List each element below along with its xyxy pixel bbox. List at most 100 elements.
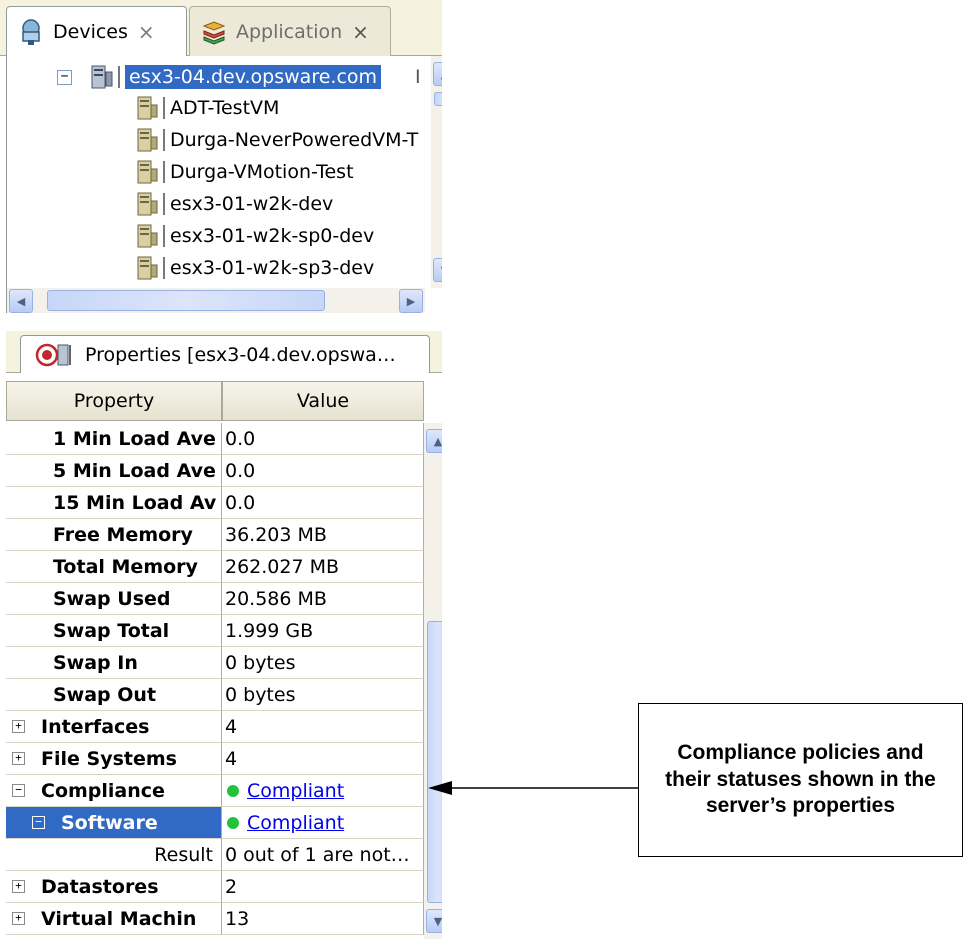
scroll-left-icon[interactable]: ◀ xyxy=(9,289,33,313)
scroll-thumb[interactable] xyxy=(47,290,325,311)
table-row[interactable]: 5 Min Load Ave 0.0 xyxy=(6,455,424,487)
property-name-cell: + File Systems xyxy=(6,743,222,775)
table-row[interactable]: + Interfaces 4 xyxy=(6,711,424,743)
table-row[interactable]: Swap Used 20.586 MB xyxy=(6,583,424,615)
virtual-machine-icon xyxy=(137,256,158,280)
property-name: Interfaces xyxy=(41,715,150,738)
tree-item[interactable]: esx3-01-w2k-sp3-dev xyxy=(133,252,374,284)
tree-item-label: ADT-TestVM xyxy=(170,97,280,119)
property-name: Swap Used xyxy=(6,583,222,615)
expand-icon[interactable]: + xyxy=(12,912,25,925)
property-name-cell: − Software xyxy=(6,807,222,839)
property-name: 15 Min Load Av xyxy=(6,487,222,519)
scroll-thumb[interactable] xyxy=(427,621,442,903)
tree-root[interactable]: − esx3-04.dev.opsware.com I xyxy=(57,61,421,93)
expand-icon[interactable]: + xyxy=(12,880,25,893)
table-row[interactable]: Swap Out 0 bytes xyxy=(6,679,424,711)
scroll-down-icon[interactable]: ▼ xyxy=(433,258,442,282)
tab-devices[interactable]: Devices × xyxy=(6,6,187,56)
property-value: 0.0 xyxy=(222,455,424,487)
property-value: 13 xyxy=(222,903,424,935)
separator xyxy=(163,193,165,215)
table-row[interactable]: 15 Min Load Av 0.0 xyxy=(6,487,424,519)
property-value: 0 out of 1 are not… xyxy=(222,839,424,871)
separator xyxy=(163,257,165,279)
properties-table: Property Value 1 Min Load Ave 0.0 5 Min … xyxy=(6,373,442,939)
tab-strip: Devices × Application × xyxy=(0,0,442,56)
tab-application-label: Application xyxy=(236,20,343,43)
close-icon[interactable]: × xyxy=(138,20,155,44)
table-row[interactable]: Swap In 0 bytes xyxy=(6,647,424,679)
tab-application[interactable]: Application × xyxy=(189,6,391,56)
table-row[interactable]: − Compliance Compliant xyxy=(6,775,424,807)
server-icon xyxy=(91,65,113,89)
status-dot-icon xyxy=(227,784,239,797)
tree-item[interactable]: ADT-TestVM xyxy=(133,92,279,124)
property-name-cell: + Virtual Machin xyxy=(6,903,222,935)
separator xyxy=(163,161,165,183)
property-name: Swap Out xyxy=(6,679,222,711)
property-value: 2 xyxy=(222,871,424,903)
column-header-value[interactable]: Value xyxy=(222,381,424,421)
property-value: 0 bytes xyxy=(222,647,424,679)
application-icon xyxy=(202,20,226,45)
property-name: File Systems xyxy=(41,747,177,770)
property-name: Datastores xyxy=(41,875,159,898)
devices-icon xyxy=(22,18,40,45)
separator xyxy=(163,129,165,151)
software-compliance-link[interactable]: Compliant xyxy=(247,812,344,834)
property-value: 4 xyxy=(222,743,424,775)
callout-arrow xyxy=(428,781,638,795)
property-value-cell: Compliant xyxy=(222,775,424,807)
tab-devices-label: Devices xyxy=(53,20,128,43)
property-name: Result xyxy=(6,839,222,871)
property-name-cell: − Compliance xyxy=(6,775,222,807)
scroll-thumb[interactable] xyxy=(434,92,442,106)
property-value: 20.586 MB xyxy=(222,583,424,615)
scroll-up-icon[interactable]: ▲ xyxy=(426,429,442,453)
tree-item[interactable]: Durga-VMotion-Test xyxy=(133,156,354,188)
property-value: 0 bytes xyxy=(222,679,424,711)
table-row[interactable]: + Virtual Machin 13 xyxy=(6,903,424,935)
table-row[interactable]: Result 0 out of 1 are not… xyxy=(6,839,424,871)
callout-box: Compliance policies and their statuses s… xyxy=(638,703,963,857)
tab-properties[interactable]: Properties [esx3-04.dev.opswa… xyxy=(20,335,430,373)
device-tree: − esx3-04.dev.opsware.com I ADT-TestVM D… xyxy=(6,56,442,313)
collapse-icon[interactable]: − xyxy=(12,784,25,797)
property-value: 4 xyxy=(222,711,424,743)
collapse-icon[interactable]: − xyxy=(32,816,45,829)
compliance-status-link[interactable]: Compliant xyxy=(247,780,344,802)
virtual-machine-icon xyxy=(137,96,158,120)
table-row[interactable]: Free Memory 36.203 MB xyxy=(6,519,424,551)
scroll-down-icon[interactable]: ▼ xyxy=(426,909,442,933)
tree-item[interactable]: esx3-01-w2k-sp0-dev xyxy=(133,220,374,252)
tree-item[interactable]: Durga-NeverPoweredVM-T xyxy=(133,124,418,156)
virtual-machine-icon xyxy=(137,160,158,184)
separator xyxy=(118,66,120,88)
property-name-cell: + Datastores xyxy=(6,871,222,903)
expand-icon[interactable]: + xyxy=(12,752,25,765)
table-row[interactable]: Swap Total 1.999 GB xyxy=(6,615,424,647)
close-icon[interactable]: × xyxy=(352,20,369,44)
scroll-up-icon[interactable]: ▲ xyxy=(433,62,442,86)
scroll-right-icon[interactable]: ▶ xyxy=(399,289,423,313)
property-value-cell: Compliant xyxy=(222,807,424,839)
property-value: 36.203 MB xyxy=(222,519,424,551)
table-row[interactable]: 1 Min Load Ave 0.0 xyxy=(6,423,424,455)
property-name: Swap Total xyxy=(6,615,222,647)
expand-icon[interactable]: + xyxy=(12,720,25,733)
column-header-property[interactable]: Property xyxy=(6,381,222,421)
property-value: 1.999 GB xyxy=(222,615,424,647)
tree-root-label: esx3-04.dev.opsware.com xyxy=(125,65,382,89)
table-row[interactable]: − Software Compliant xyxy=(6,807,424,839)
property-name: Swap In xyxy=(6,647,222,679)
table-row[interactable]: + File Systems 4 xyxy=(6,743,424,775)
tree-vertical-scrollbar[interactable] xyxy=(431,56,442,288)
tree-item[interactable]: esx3-01-w2k-dev xyxy=(133,188,333,220)
tree-root-suffix: I xyxy=(415,66,421,88)
virtual-machine-icon xyxy=(137,128,158,152)
callout-text: Compliance policies and their statuses s… xyxy=(665,740,936,818)
collapse-icon[interactable]: − xyxy=(57,69,72,85)
table-row[interactable]: Total Memory 262.027 MB xyxy=(6,551,424,583)
table-row[interactable]: + Datastores 2 xyxy=(6,871,424,903)
